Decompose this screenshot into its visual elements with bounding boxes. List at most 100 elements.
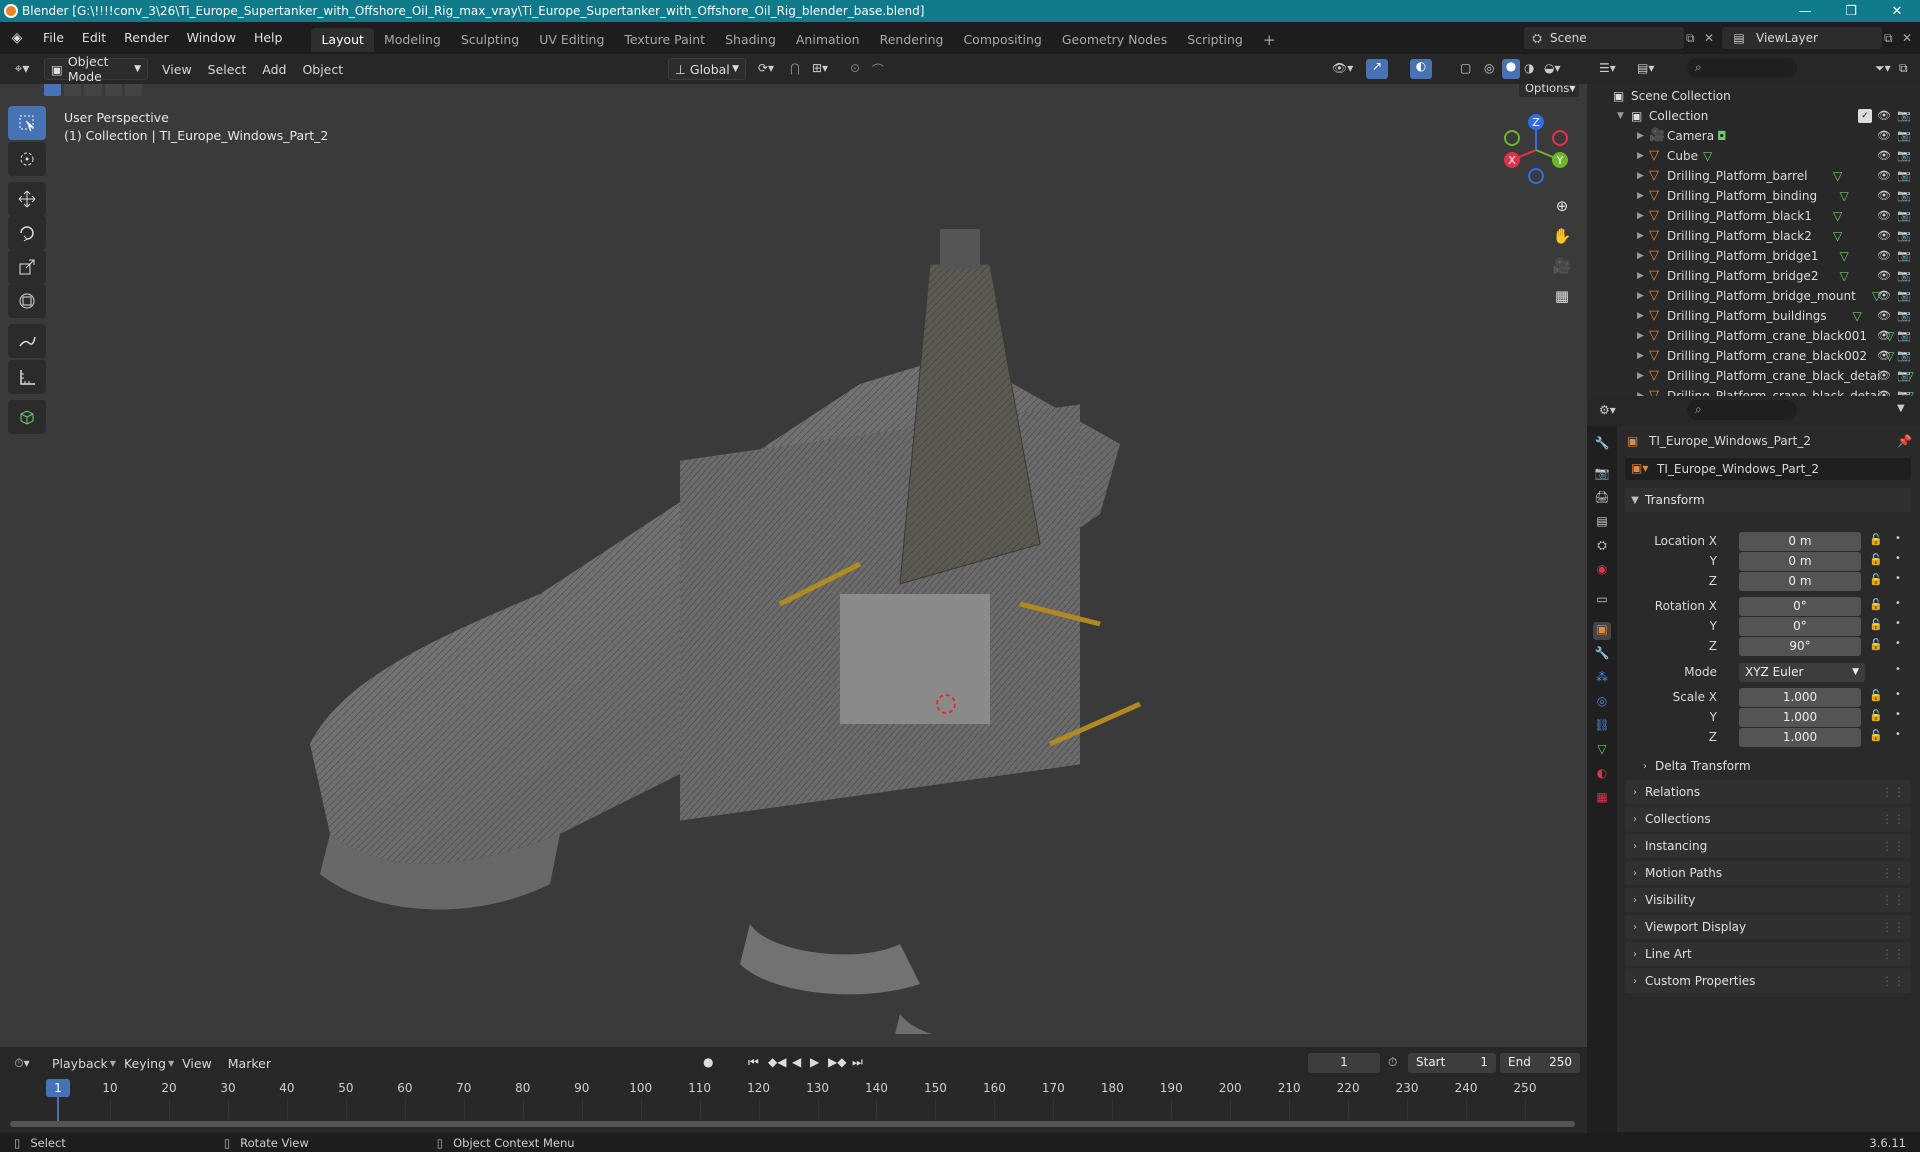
render-camera-icon[interactable]: 📷 [1897,309,1911,323]
proportional-edit-icon[interactable]: ⊙ [850,61,860,75]
new-viewlayer-icon[interactable]: ⧉ [1884,31,1893,46]
preview-range-icon[interactable]: ⏱ [1388,1055,1397,1070]
outliner-item[interactable]: ▶ 🎥 Camera ◘ 👁 📷 [1587,126,1920,146]
tab-rendering[interactable]: Rendering [870,28,954,52]
gizmo-neg-y-axis[interactable] [1504,130,1520,146]
tool-tab-icon[interactable]: 🔧 [1593,436,1611,454]
visibility-eye-icon[interactable]: 👁 [1877,269,1891,283]
scene-model[interactable] [300,184,1200,1034]
select-extend-icon[interactable] [64,84,82,96]
visibility-eye-icon[interactable]: 👁 [1877,149,1891,163]
visibility-eye-icon[interactable]: 👁 [1877,289,1891,303]
data-tab-icon[interactable]: ▽ [1593,742,1611,760]
expand-arrow-icon[interactable]: ▶ [1637,371,1644,381]
viewlayer-selector[interactable]: ▤ ViewLayer [1722,27,1882,49]
outliner-item[interactable]: ▶ ▽ Drilling_Platform_crane_black001 ▽ 👁 📷 [1587,326,1920,346]
ortho-grid-icon[interactable]: ▦ [1548,282,1576,310]
outliner-item[interactable]: ▶ ▽ Drilling_Platform_bridge1 ▽ 👁 📷 [1587,246,1920,266]
chevron-down-icon[interactable]: ▼ [1897,403,1905,414]
properties-search-input[interactable]: ⌕ [1687,400,1797,420]
keyframe-dot-icon[interactable]: • [1895,598,1901,609]
drag-handle-icon[interactable]: ⋮⋮ [1881,812,1905,826]
panel-motion-paths[interactable]: › Motion Paths ⋮⋮ [1625,861,1911,885]
keyframe-dot-icon[interactable]: • [1895,533,1901,544]
scene-selector[interactable]: ⛭ Scene [1524,27,1684,49]
menu-help[interactable]: Help [245,22,292,54]
snap-target-icon[interactable]: ⊞▾ [812,61,828,75]
options-dropdown[interactable]: Options ▼ [1518,84,1580,98]
tab-texture-paint[interactable]: Texture Paint [614,28,715,52]
playhead-frame-badge[interactable]: 1 [46,1079,70,1097]
lock-icon[interactable]: 🔓 [1869,553,1883,566]
menu-window[interactable]: Window [178,22,245,54]
render-camera-icon[interactable]: 📷 [1897,109,1911,123]
filter-icon[interactable]: ⏷▾ [1875,61,1891,76]
outliner-item[interactable]: ▶ ▽ Drilling_Platform_buildings ▽ 👁 📷 [1587,306,1920,326]
panel-custom-properties[interactable]: › Custom Properties ⋮⋮ [1625,969,1911,993]
tab-layout[interactable]: Layout [311,28,374,52]
outliner-item[interactable]: ▶ ▽ Drilling_Platform_crane_black_detai ▽ 👁 📷 [1587,386,1920,397]
outliner-item[interactable]: ▶ ▽ Cube ▽ 👁 📷 [1587,146,1920,166]
keyframe-dot-icon[interactable]: • [1895,553,1901,564]
3d-viewport[interactable]: Options ▼ User Perspective (1) Collectio… [0,84,1587,1047]
remove-scene-icon[interactable]: ✕ [1704,31,1714,45]
tab-uv-editing[interactable]: UV Editing [529,28,614,52]
render-camera-icon[interactable]: 📷 [1897,129,1911,143]
add-cube-tool[interactable] [8,400,46,434]
visibility-eye-icon[interactable]: 👁 [1877,329,1891,343]
drag-handle-icon[interactable]: ⋮⋮ [1881,866,1905,880]
select-invert-icon[interactable] [104,84,122,96]
lock-icon[interactable]: 🔓 [1869,709,1883,722]
measure-tool[interactable] [8,360,46,394]
expand-arrow-icon[interactable]: ▶ [1637,331,1644,341]
keyframe-dot-icon[interactable]: • [1895,618,1901,629]
camera-data-icon[interactable]: ◘ [1717,129,1731,143]
prev-keyframe-icon[interactable]: ◆◀ [768,1055,786,1069]
mode-dropdown[interactable]: ▣ Object Mode ▼ [44,54,148,84]
timeline-area[interactable]: 1102030405060708090100110120130140150160… [0,1079,1587,1133]
visibility-eye-icon[interactable]: 👁 [1877,129,1891,143]
keyframe-dot-icon[interactable]: • [1895,689,1901,700]
transform-panel-header[interactable]: ▼ Transform [1625,488,1911,512]
location-y-field[interactable]: 0 m [1739,552,1861,571]
menu-add[interactable]: Add [254,62,294,77]
visibility-eye-icon[interactable]: 👁 [1877,169,1891,183]
panel-viewport-display[interactable]: › Viewport Display ⋮⋮ [1625,915,1911,939]
keyframe-dot-icon[interactable]: • [1895,638,1901,649]
render-camera-icon[interactable]: 📷 [1897,149,1911,163]
expand-arrow-icon[interactable]: ▶ [1637,211,1644,221]
play-icon[interactable]: ▶ [810,1055,819,1069]
menu-playback[interactable]: Playback [44,1056,116,1071]
lock-icon[interactable]: 🔓 [1869,618,1883,631]
rotation-y-field[interactable]: 0° [1739,617,1861,636]
minimize-button[interactable]: — [1782,0,1828,22]
outliner-item[interactable]: ▶ ▽ Drilling_Platform_black2 ▽ 👁 📷 [1587,226,1920,246]
visibility-eye-icon[interactable]: 👁 [1877,309,1891,323]
rotation-mode-dropdown[interactable]: XYZ Euler ▼ [1739,663,1865,682]
menu-object[interactable]: Object [294,62,351,77]
blender-menu-icon[interactable]: ◈ [0,30,34,46]
menu-timeline-view[interactable]: View [174,1056,220,1071]
shading-wireframe-icon[interactable]: ◎ [1484,61,1494,75]
move-tool[interactable] [8,182,46,216]
menu-keying[interactable]: Keying [116,1056,174,1071]
snap-icon[interactable]: ⋂ [790,61,800,75]
expand-arrow-icon[interactable]: ▶ [1637,131,1644,141]
texture-tab-icon[interactable]: ▦ [1593,790,1611,808]
tab-shading[interactable]: Shading [715,28,786,52]
maximize-button[interactable]: ❐ [1828,0,1874,22]
transform-tool[interactable] [8,284,46,318]
current-frame-field[interactable]: 1 [1308,1053,1380,1073]
navigation-gizmo[interactable]: Z X Y [1496,110,1576,186]
lock-icon[interactable]: 🔓 [1869,573,1883,586]
tab-modeling[interactable]: Modeling [374,28,451,52]
jump-start-icon[interactable]: ⏮ [748,1055,759,1070]
pivot-point-icon[interactable]: ⟳▾ [758,61,774,75]
cursor-tool[interactable] [8,142,46,176]
falloff-icon[interactable]: ⌒ [872,61,884,78]
outliner-item[interactable]: ▶ ▽ Drilling_Platform_black1 ▽ 👁 📷 [1587,206,1920,226]
visibility-eye-icon[interactable]: 👁 [1877,189,1891,203]
xray-icon[interactable]: ▢ [1460,61,1471,75]
scale-tool[interactable] [8,250,46,284]
menu-select[interactable]: Select [200,62,255,77]
